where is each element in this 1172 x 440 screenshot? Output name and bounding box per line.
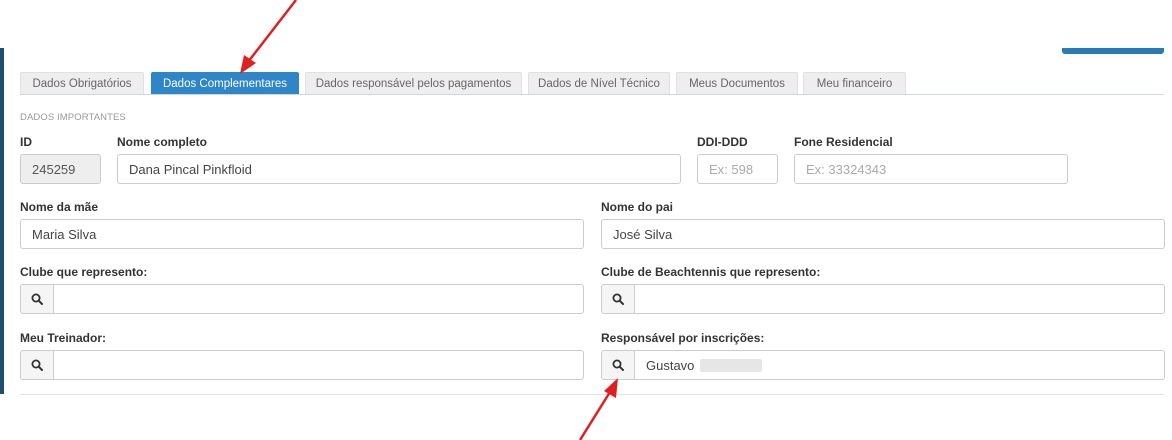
tab-dados-obrigatorios[interactable]: Dados Obrigatórios [20, 72, 144, 94]
nome-completo-field[interactable] [117, 154, 681, 184]
nome-completo-label: Nome completo [117, 135, 208, 149]
redacted-blur [700, 358, 763, 372]
nome-pai-label: Nome do pai [601, 200, 674, 214]
fone-residencial-field[interactable] [794, 154, 1068, 184]
treinador-search-group [20, 350, 584, 380]
treinador-search-button[interactable] [20, 350, 54, 380]
red-arrow-icon [240, 0, 297, 74]
responsavel-input[interactable]: Gustavo [635, 350, 1165, 380]
ddi-ddd-label: DDI-DDD [697, 135, 748, 149]
ddi-ddd-field[interactable] [697, 154, 778, 184]
id-field[interactable] [20, 154, 101, 184]
search-icon [31, 359, 43, 371]
clube-beachtennis-search-button[interactable] [601, 284, 635, 314]
tab-dados-responsavel-pagamentos[interactable]: Dados responsável pelos pagamentos [305, 72, 522, 94]
section-title: DADOS IMPORTANTES [20, 112, 126, 123]
treinador-label: Meu Treinador: [20, 331, 107, 345]
tab-meu-financeiro[interactable]: Meu financeiro [803, 72, 906, 94]
clube-beachtennis-input[interactable] [635, 284, 1165, 314]
clube-search-button[interactable] [20, 284, 54, 314]
clube-label: Clube que represento: [20, 265, 148, 279]
clube-beachtennis-search-group [601, 284, 1165, 314]
tab-bar: Dados Obrigatórios Dados Complementares … [20, 72, 1164, 95]
left-accent-bar [0, 48, 4, 394]
tab-dados-nivel-tecnico[interactable]: Dados de Nível Técnico [528, 72, 670, 94]
fone-residencial-label: Fone Residencial [794, 135, 893, 149]
clube-search-group [20, 284, 584, 314]
nome-mae-field[interactable] [20, 219, 584, 249]
clube-input[interactable] [54, 284, 584, 314]
responsavel-inscricoes-label: Responsável por inscrições: [601, 331, 765, 345]
tab-meus-documentos[interactable]: Meus Documentos [676, 72, 798, 94]
treinador-input[interactable] [54, 350, 584, 380]
responsavel-name: Gustavo [646, 357, 695, 373]
top-right-accent-bar [1062, 48, 1164, 54]
search-icon [612, 293, 624, 305]
responsavel-search-group: Gustavo [601, 350, 1165, 380]
nome-pai-field[interactable] [601, 219, 1165, 249]
id-label: ID [20, 135, 32, 149]
search-icon [31, 293, 43, 305]
red-arrow-icon [578, 378, 618, 440]
clube-beachtennis-label: Clube de Beachtennis que represento: [601, 265, 821, 279]
nome-mae-label: Nome da mãe [20, 200, 99, 214]
